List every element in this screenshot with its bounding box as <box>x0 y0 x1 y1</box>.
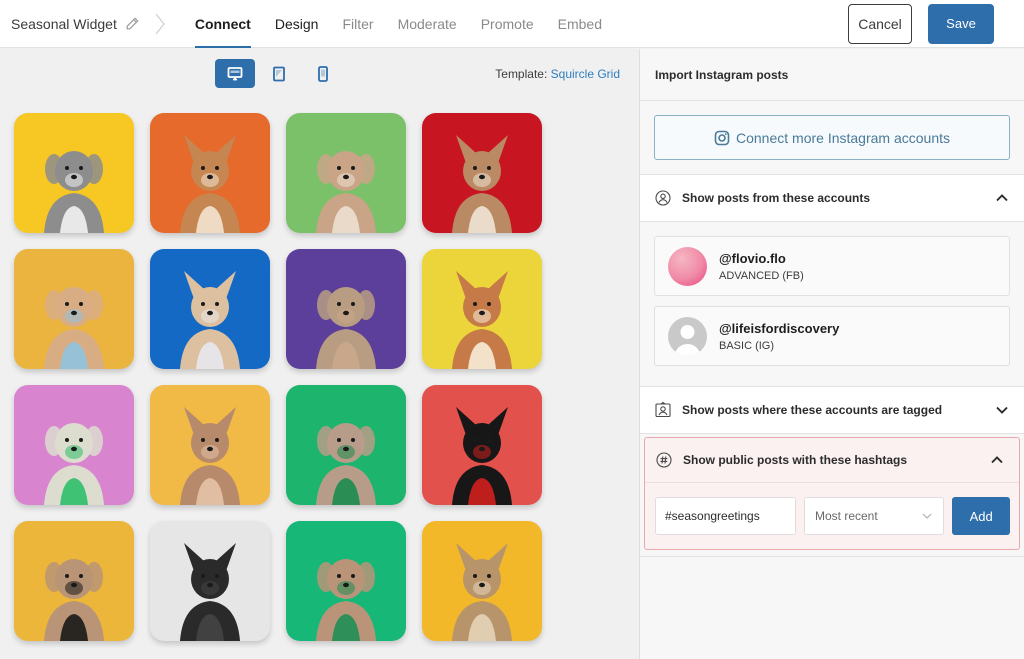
user-circle-icon <box>655 190 671 206</box>
dog-photo-image <box>316 559 376 641</box>
accounts-section-toggle[interactable]: Show posts from these accounts <box>640 175 1024 222</box>
avatar <box>668 246 707 286</box>
dog-photo-image <box>452 135 512 233</box>
chevron-down-icon <box>996 406 1008 414</box>
accounts-section-label: Show posts from these accounts <box>682 191 871 205</box>
tablet-view-button[interactable] <box>259 59 299 88</box>
tablet-icon <box>273 66 285 81</box>
photo-tile[interactable] <box>422 521 542 641</box>
top-bar: Seasonal Widget Connect Design Filter Mo… <box>0 0 1024 48</box>
photo-tile[interactable] <box>422 113 542 233</box>
template-indicator: Template: Squircle Grid <box>495 67 620 81</box>
settings-panel: Import Instagram posts Connect more Inst… <box>639 49 1024 659</box>
cancel-button[interactable]: Cancel <box>848 3 912 44</box>
dog-photo-image <box>316 287 376 369</box>
tab-promote[interactable]: Promote <box>469 0 546 48</box>
photo-tile[interactable] <box>422 249 542 369</box>
step-tabs: Connect Design Filter Moderate Promote E… <box>183 0 614 48</box>
account-type: BASIC (IG) <box>719 339 775 352</box>
connect-accounts-button[interactable]: Connect more Instagram accounts <box>654 115 1010 160</box>
photo-tile[interactable] <box>14 385 134 505</box>
desktop-icon <box>227 66 243 80</box>
dog-photo-image <box>452 407 512 505</box>
desktop-view-button[interactable] <box>215 59 255 88</box>
photo-tile[interactable] <box>14 113 134 233</box>
dog-photo-image <box>452 543 512 641</box>
accounts-list: @flovio.flo ADVANCED (FB) @lifeisfordisc… <box>640 222 1024 387</box>
account-type: ADVANCED (FB) <box>719 269 804 282</box>
template-label: Template: <box>495 67 548 81</box>
hashtag-section: Show public posts with these hashtags Mo… <box>644 437 1020 550</box>
photo-tile[interactable] <box>286 385 406 505</box>
account-item[interactable]: @flovio.flo ADVANCED (FB) <box>654 236 1010 296</box>
chevron-up-icon <box>991 456 1003 464</box>
avatar <box>668 316 707 356</box>
save-button[interactable]: Save <box>928 3 994 44</box>
hashtag-icon <box>656 452 672 468</box>
mobile-icon <box>318 65 328 82</box>
photo-tile[interactable] <box>286 521 406 641</box>
dog-photo-image <box>44 151 104 233</box>
connect-accounts-label: Connect more Instagram accounts <box>736 129 950 146</box>
dog-photo-image <box>44 423 104 505</box>
photo-grid <box>14 113 542 641</box>
pencil-icon[interactable] <box>125 16 139 31</box>
photo-tile[interactable] <box>14 249 134 369</box>
photo-tile[interactable] <box>150 113 270 233</box>
photo-tile[interactable] <box>150 249 270 369</box>
device-switcher <box>215 59 343 88</box>
account-item[interactable]: @lifeisfordiscovery BASIC (IG) <box>654 306 1010 366</box>
dog-photo-image <box>180 271 240 369</box>
tab-moderate[interactable]: Moderate <box>386 0 469 48</box>
widget-name-label: Seasonal Widget <box>11 15 117 32</box>
widget-name[interactable]: Seasonal Widget <box>11 16 139 32</box>
dog-photo-image <box>316 151 376 233</box>
panel-title: Import Instagram posts <box>640 49 1024 101</box>
default-user-icon <box>674 324 701 356</box>
dog-photo-image <box>180 135 240 233</box>
photo-tile[interactable] <box>14 521 134 641</box>
dog-photo-image <box>44 559 104 641</box>
instagram-icon <box>714 130 730 145</box>
chevron-down-icon <box>922 513 932 519</box>
photo-tile[interactable] <box>286 249 406 369</box>
tab-filter[interactable]: Filter <box>330 0 385 48</box>
account-handle: @flovio.flo <box>719 250 786 266</box>
tagged-section-toggle[interactable]: Show posts where these accounts are tagg… <box>640 387 1024 434</box>
tagged-user-icon <box>655 402 671 418</box>
chevron-up-icon <box>996 194 1008 202</box>
hashtag-input[interactable] <box>655 497 796 535</box>
dog-photo-image <box>452 271 512 369</box>
tab-design[interactable]: Design <box>263 0 331 48</box>
sort-order-select[interactable]: Most recent <box>804 497 945 535</box>
mobile-view-button[interactable] <box>303 59 343 88</box>
template-name-link[interactable]: Squircle Grid <box>551 67 620 81</box>
dog-photo-image <box>180 407 240 505</box>
hashtag-section-label: Show public posts with these hashtags <box>683 453 908 467</box>
tagged-section-label: Show posts where these accounts are tagg… <box>682 403 943 417</box>
photo-tile[interactable] <box>150 521 270 641</box>
photo-tile[interactable] <box>286 113 406 233</box>
account-handle: @lifeisfordiscovery <box>719 320 840 336</box>
dog-photo-image <box>316 423 376 505</box>
widget-preview: Template: Squircle Grid <box>0 49 639 659</box>
photo-tile[interactable] <box>422 385 542 505</box>
add-hashtag-button[interactable]: Add <box>952 497 1010 535</box>
hashtag-section-toggle[interactable]: Show public posts with these hashtags <box>645 438 1019 483</box>
chevron-right-icon <box>155 13 165 34</box>
sort-order-value: Most recent <box>815 509 878 523</box>
photo-tile[interactable] <box>150 385 270 505</box>
dog-photo-image <box>44 287 104 369</box>
tab-connect[interactable]: Connect <box>183 0 263 48</box>
dog-photo-image <box>180 543 240 641</box>
tab-embed[interactable]: Embed <box>546 0 614 48</box>
